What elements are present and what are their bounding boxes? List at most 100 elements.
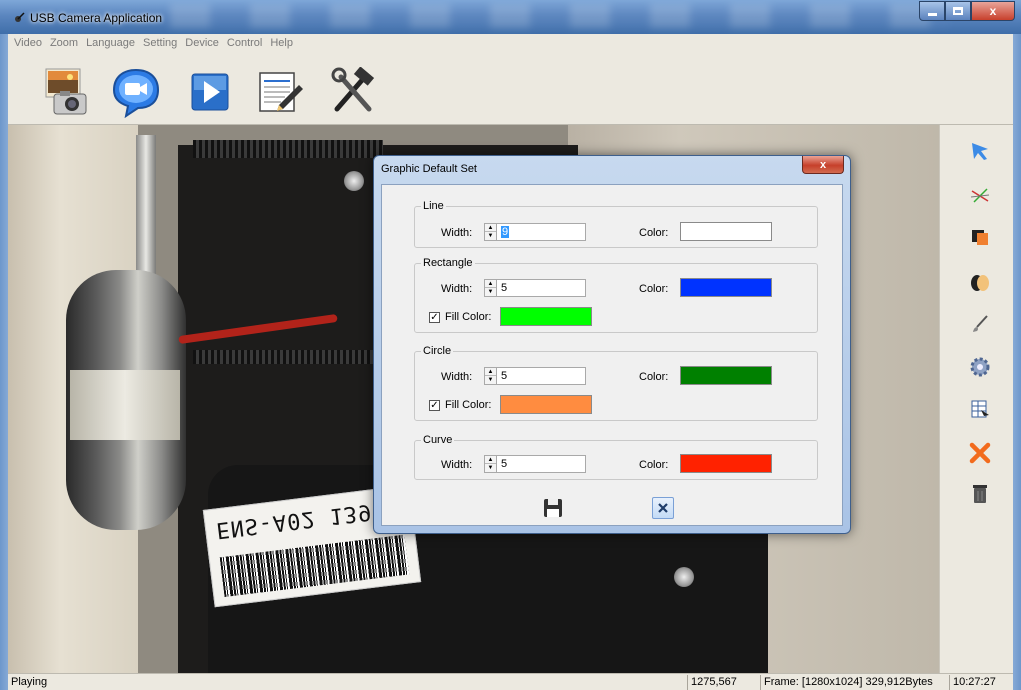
line-tool[interactable]: [968, 184, 992, 208]
curve-width-label: Width:: [441, 459, 473, 471]
rectangle-tool-icon: [972, 230, 988, 245]
circle-tool[interactable]: [968, 271, 992, 295]
snapshot-button[interactable]: [38, 65, 94, 119]
circle-width-spinner[interactable]: ▲ ▼: [484, 367, 497, 385]
circle-width-value: 5: [501, 370, 508, 382]
rectangle-group-legend: Rectangle: [421, 257, 475, 269]
save-floppy-icon: [544, 499, 562, 517]
video-gear-mid: [193, 350, 383, 364]
curve-width-value: 5: [501, 458, 508, 470]
window-title: USB Camera Application: [30, 11, 163, 25]
spin-down-icon[interactable]: ▼: [485, 288, 496, 296]
clear-tool[interactable]: [968, 482, 992, 506]
line-width-input[interactable]: 9: [497, 223, 586, 241]
status-coordinates: 1275,567: [687, 675, 757, 690]
delete-x-icon: [969, 442, 991, 464]
circle-fill-swatch[interactable]: [500, 395, 592, 414]
brush-tool[interactable]: [968, 312, 992, 336]
line-width-value: 9: [501, 226, 510, 238]
menu-video[interactable]: Video: [10, 37, 46, 49]
video-motor-band: [70, 370, 180, 440]
circle-fill-checkbox[interactable]: ✓: [429, 400, 440, 411]
delete-tool[interactable]: [968, 441, 992, 465]
line-color-swatch[interactable]: [680, 222, 772, 241]
circle-group-legend: Circle: [421, 345, 454, 357]
select-tool[interactable]: [968, 139, 992, 163]
status-time: 10:27:27: [949, 675, 1013, 690]
line-width-spinner[interactable]: ▲ ▼: [484, 223, 497, 241]
close-icon: x: [989, 4, 997, 18]
spin-down-icon[interactable]: ▼: [485, 464, 496, 472]
rectangle-width-value: 5: [501, 282, 508, 294]
cancel-button[interactable]: [652, 497, 674, 519]
toolbar: [8, 52, 1013, 125]
minimize-icon: [927, 12, 937, 16]
line-tool-icon: [970, 188, 990, 203]
curve-width-input[interactable]: 5: [497, 455, 586, 473]
maximize-icon: [953, 7, 963, 15]
rectangle-color-swatch[interactable]: [680, 278, 772, 297]
rectangle-width-input[interactable]: 5: [497, 279, 586, 297]
line-group-legend: Line: [421, 200, 446, 212]
spin-up-icon[interactable]: ▲: [485, 280, 496, 288]
curve-color-label: Color:: [639, 459, 669, 471]
dialog-body: Line Width: ▲ ▼ 9 Color: Rectangle Width…: [381, 184, 843, 526]
rectangle-color-label: Color:: [639, 283, 669, 295]
menu-setting[interactable]: Setting: [139, 37, 181, 49]
line-color-label: Color:: [639, 227, 669, 239]
circle-color-swatch[interactable]: [680, 366, 772, 385]
rectangle-fill-checkbox[interactable]: ✓: [429, 312, 440, 323]
spin-down-icon[interactable]: ▼: [485, 232, 496, 240]
circle-fill-label: Fill Color:: [445, 399, 492, 411]
menu-zoom[interactable]: Zoom: [46, 37, 82, 49]
settings-tool[interactable]: [968, 355, 992, 379]
dialog-title: Graphic Default Set: [381, 163, 477, 175]
menu-language[interactable]: Language: [82, 37, 139, 49]
measure-tool[interactable]: [968, 397, 992, 421]
curve-color-swatch[interactable]: [680, 454, 772, 473]
video-chat-icon: [112, 68, 160, 118]
window-controls: x: [919, 1, 1015, 21]
spin-up-icon[interactable]: ▲: [485, 224, 496, 232]
video-gear-top: [193, 140, 383, 158]
trash-icon: [973, 485, 987, 503]
video-screw: [674, 567, 694, 587]
rectangle-fill-swatch[interactable]: [500, 307, 592, 326]
circle-width-label: Width:: [441, 371, 473, 383]
close-button[interactable]: x: [971, 1, 1015, 21]
status-state: Playing: [11, 676, 48, 688]
status-frame-info: Frame: [1280x1024] 329,912Bytes: [760, 675, 946, 690]
close-icon: x: [819, 158, 827, 171]
rectangle-width-spinner[interactable]: ▲ ▼: [484, 279, 497, 297]
line-width-label: Width:: [441, 227, 473, 239]
annotate-button[interactable]: [252, 65, 308, 119]
line-group: Line Width: ▲ ▼ 9 Color:: [414, 200, 818, 248]
spin-up-icon[interactable]: ▲: [485, 368, 496, 376]
title-bar: USB Camera Application x: [0, 0, 1021, 34]
save-button[interactable]: [542, 497, 564, 519]
brush-tool-icon: [973, 315, 988, 332]
window-frame-right: [1013, 34, 1021, 690]
record-button[interactable]: [108, 65, 164, 119]
circle-width-input[interactable]: 5: [497, 367, 586, 385]
minimize-button[interactable]: [919, 1, 945, 21]
rectangle-tool[interactable]: [968, 226, 992, 250]
curve-group-legend: Curve: [421, 434, 455, 446]
menu-device[interactable]: Device: [181, 37, 223, 49]
rectangle-width-label: Width:: [441, 283, 473, 295]
status-bar: Playing 1275,567 Frame: [1280x1024] 329,…: [8, 673, 1013, 690]
curve-width-spinner[interactable]: ▲ ▼: [484, 455, 497, 473]
tools-button[interactable]: [326, 65, 382, 119]
menu-help[interactable]: Help: [266, 37, 297, 49]
settings-gear-icon: [970, 357, 990, 377]
circle-tool-icon: [971, 275, 989, 291]
edit-document-icon: [259, 72, 303, 112]
measure-table-icon: [971, 400, 989, 418]
menu-control[interactable]: Control: [223, 37, 266, 49]
spin-down-icon[interactable]: ▼: [485, 376, 496, 384]
dialog-close-button[interactable]: x: [802, 156, 844, 174]
spin-up-icon[interactable]: ▲: [485, 456, 496, 464]
maximize-button[interactable]: [945, 1, 971, 21]
camera-photo-icon: [45, 68, 87, 115]
play-button[interactable]: [182, 65, 238, 119]
